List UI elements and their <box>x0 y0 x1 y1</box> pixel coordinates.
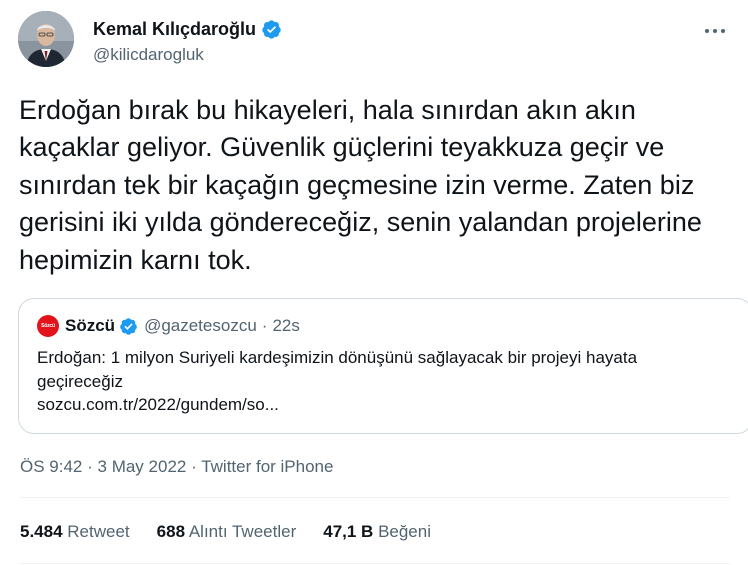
tweet-date[interactable]: 3 May 2022 <box>98 457 187 476</box>
meta-separator: · <box>87 457 93 476</box>
verified-badge-icon <box>120 317 137 335</box>
author-name-text[interactable]: Kemal Kılıçdaroğlu <box>93 19 256 40</box>
author-handle[interactable]: @kilicdarogluk <box>93 45 204 65</box>
quoted-author-handle[interactable]: @gazetesozcu <box>144 316 257 336</box>
verified-badge-icon <box>262 20 281 39</box>
tweet-stats: 5.484 Retweet 688 Alıntı Tweetler 47,1 B… <box>20 522 431 542</box>
avatar-portrait-icon <box>18 11 74 67</box>
divider <box>20 563 730 564</box>
quote-tweet-value: 688 <box>156 522 186 541</box>
more-options-button[interactable] <box>696 16 734 46</box>
author-name[interactable]: Kemal Kılıçdaroğlu <box>93 19 282 40</box>
quote-tweet-count[interactable]: 688 Alıntı Tweetler <box>157 522 297 542</box>
sozcu-logo-icon[interactable]: Sözcü <box>37 315 59 337</box>
retweet-label: Retweet <box>67 522 130 541</box>
divider <box>20 497 730 498</box>
like-count[interactable]: 47,1 B Beğeni <box>323 522 431 542</box>
retweet-value: 5.484 <box>20 522 63 541</box>
retweet-count[interactable]: 5.484 Retweet <box>20 522 130 542</box>
like-value: 47,1 B <box>323 522 374 541</box>
tweet-time[interactable]: ÖS 9:42 <box>20 457 82 476</box>
quoted-tweet-body: Erdoğan: 1 milyon Suriyeli kardeşimizin … <box>37 346 717 417</box>
tweet-source[interactable]: Twitter for iPhone <box>201 457 333 476</box>
quoted-separator: · <box>261 316 268 335</box>
quoted-tweet-card[interactable]: Sözcü Sözcü @gazetesozcu · 22s Erdoğan: … <box>18 298 748 434</box>
quoted-tweet-header: Sözcü Sözcü @gazetesozcu · 22s <box>37 315 300 337</box>
quoted-tweet-text: Erdoğan: 1 milyon Suriyeli kardeşimizin … <box>37 348 638 391</box>
quoted-tweet-link[interactable]: sozcu.com.tr/2022/gundem/so... <box>37 393 717 417</box>
more-options-icon <box>705 29 725 33</box>
quoted-timestamp[interactable]: 22s <box>272 316 299 336</box>
quoted-author-name[interactable]: Sözcü <box>65 316 115 336</box>
sozcu-logo-text: Sözcü <box>41 323 55 329</box>
author-avatar[interactable] <box>18 11 74 67</box>
quote-tweet-label: Alıntı Tweetler <box>188 522 297 541</box>
tweet-meta: ÖS 9:42 · 3 May 2022 · Twitter for iPhon… <box>20 457 333 477</box>
meta-separator: · <box>191 457 197 476</box>
tweet-text: Erdoğan bırak bu hikayeleri, hala sınırd… <box>19 95 702 275</box>
like-label: Beğeni <box>378 522 431 541</box>
